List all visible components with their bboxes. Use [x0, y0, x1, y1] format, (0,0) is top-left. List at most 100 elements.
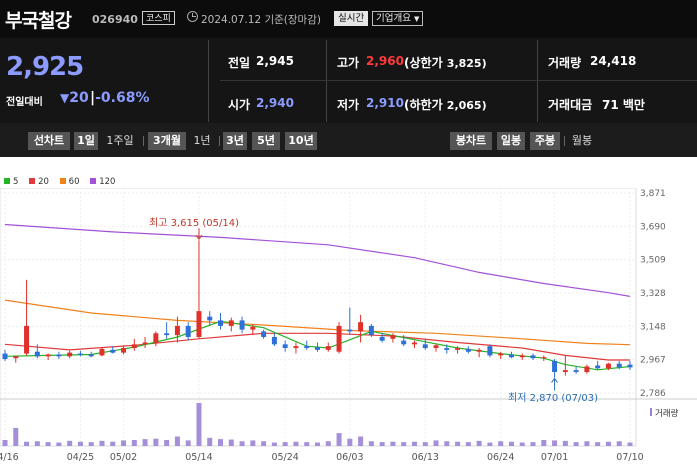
- stock-name: 부국철강: [5, 10, 72, 32]
- volume-bar: [422, 442, 428, 446]
- period-1w-button[interactable]: 1주일: [101, 132, 139, 150]
- candle-body: [77, 353, 83, 355]
- volume-bar: [67, 440, 73, 446]
- clock-icon: [187, 11, 198, 22]
- high-value: 2,960: [366, 54, 404, 68]
- volume-bar: [88, 442, 94, 446]
- volume-bar: [379, 442, 385, 446]
- volume-bar: [121, 440, 127, 446]
- candle-body: [56, 354, 62, 357]
- candle-body: [508, 354, 514, 358]
- volume-bar: [164, 439, 170, 446]
- candle-body: [304, 346, 310, 349]
- date-value: 2024.07.12: [201, 14, 262, 26]
- x-tick-label: 06/03: [336, 452, 363, 463]
- candle-body: [2, 353, 8, 360]
- volume-bar: [595, 442, 601, 446]
- period-1d-button[interactable]: 1일: [74, 132, 98, 150]
- high-annotation: 최고 3,615 (05/14): [149, 218, 240, 229]
- volume-bar: [616, 441, 622, 446]
- candle-body: [99, 348, 105, 356]
- candle-body: [164, 333, 170, 336]
- candle-body: [24, 325, 30, 354]
- line-chart-button[interactable]: 선차트: [28, 132, 70, 150]
- period-10y-button[interactable]: 10년: [285, 132, 317, 150]
- volume-legend: 거래량: [650, 407, 678, 419]
- candle-body: [250, 326, 256, 330]
- y-tick-label: 3,871: [640, 189, 666, 199]
- volume-swatch: [650, 408, 652, 416]
- candle-body: [519, 355, 525, 358]
- date-basis: 기준(장마감): [264, 14, 321, 26]
- amount-number: 71: [602, 98, 619, 112]
- volume-bar: [261, 441, 267, 446]
- lower-limit-label: (하한가: [404, 98, 443, 112]
- period-3m-button[interactable]: 3개월: [148, 132, 186, 150]
- volume-bar: [605, 441, 611, 446]
- volume-bar: [196, 403, 202, 446]
- candle-body: [465, 348, 471, 352]
- legend-ma20: 20: [29, 177, 49, 187]
- candle-body: [455, 348, 461, 350]
- candle-body: [293, 346, 299, 349]
- volume-bar: [465, 442, 471, 446]
- stock-header: 부국철강 026940 코스피 2024.07.12 기준(장마감) 실시간 기…: [0, 0, 697, 38]
- volume-bar: [476, 440, 482, 446]
- open-value: 2,940: [256, 96, 294, 110]
- daily-candle-button[interactable]: 일봉: [497, 132, 525, 150]
- price-change: ▼20: [60, 90, 89, 106]
- chevron-down-icon: ▼: [414, 15, 420, 23]
- volume-label: 거래량: [548, 56, 582, 70]
- x-tick-label: 04/25: [67, 452, 94, 463]
- change-percent: |-0.68%: [90, 90, 150, 106]
- candle-body: [131, 344, 137, 349]
- legend-swatch: [59, 178, 66, 184]
- volume-bar: [573, 442, 579, 446]
- volume-bar: [562, 440, 568, 446]
- weekly-candle-button[interactable]: 주봉: [530, 132, 560, 150]
- lower-limit: (하한가 2,065): [404, 96, 487, 113]
- candle-body: [422, 344, 428, 349]
- y-tick-label: 3,509: [640, 256, 666, 266]
- candle-body: [541, 357, 547, 359]
- volume-bar: [315, 442, 320, 446]
- volume-bar: [271, 442, 277, 446]
- change-label: 전일대비: [6, 97, 43, 108]
- price-chart[interactable]: 3,871 3,690 3,509 3,328 3,148 2,967 2,786 04/16…: [0, 188, 697, 466]
- company-info-dropdown[interactable]: 기업개요 ▼: [372, 11, 424, 26]
- monthly-candle-button[interactable]: 월봉: [567, 132, 597, 150]
- candle-chart-button[interactable]: 봉차트: [450, 132, 492, 150]
- volume-bar: [250, 440, 256, 446]
- candle-body: [218, 320, 224, 326]
- divider: [220, 80, 697, 81]
- x-tick-label: 06/24: [487, 452, 514, 463]
- volume-bar: [455, 441, 461, 446]
- volume-bar: [325, 441, 331, 446]
- volume-bar: [390, 441, 396, 446]
- volume-bar: [627, 442, 633, 446]
- volume-bar: [347, 438, 353, 446]
- volume-bar: [487, 442, 493, 446]
- volume-bar: [368, 441, 374, 446]
- candle-body: [153, 333, 159, 343]
- volume-bar: [24, 441, 30, 446]
- moving-average-legend: 5 20 60 120: [4, 177, 123, 187]
- volume-bar: [13, 427, 19, 446]
- y-tick-label: 2,786: [640, 389, 666, 399]
- candle-body: [261, 331, 267, 337]
- legend-ma120: 120: [90, 177, 115, 187]
- period-1y-button[interactable]: 1년: [189, 132, 215, 150]
- legend-ma5: 5: [4, 177, 18, 187]
- candle-body: [45, 354, 51, 357]
- volume-bar: [153, 438, 159, 446]
- low-annotation: 최저 2,870 (07/03): [508, 393, 599, 404]
- volume-bar: [185, 440, 191, 446]
- period-5y-button[interactable]: 5년: [252, 132, 280, 150]
- realtime-button[interactable]: 실시간: [334, 11, 369, 26]
- period-3y-button[interactable]: 3년: [223, 132, 247, 150]
- candle-body: [13, 356, 19, 359]
- candle-body: [433, 345, 439, 349]
- candle-body: [239, 320, 245, 330]
- x-tick-label: 04/16: [0, 452, 19, 463]
- upper-limit-value: 3,825): [446, 57, 487, 70]
